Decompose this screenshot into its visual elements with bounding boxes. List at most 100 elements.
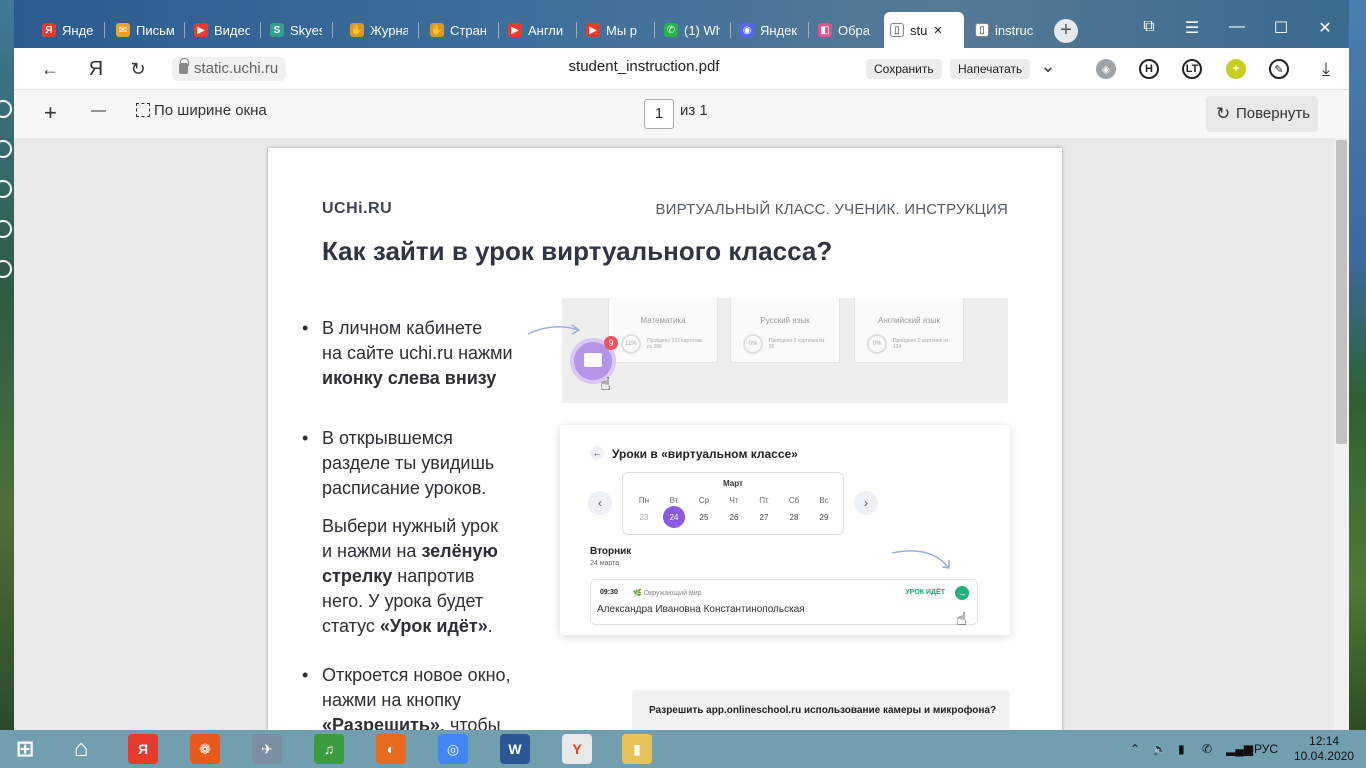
tab-label: Стран bbox=[450, 22, 487, 38]
bullet-1-line: на сайте uchi.ru нажми bbox=[322, 343, 513, 363]
subject-card: Русский язык 0% Пройдено 0 карточек из 9… bbox=[730, 298, 840, 363]
card-progress: 0% bbox=[743, 334, 763, 354]
tab-11[interactable]: ▯ stu ✕ bbox=[884, 12, 964, 48]
desktop-icon[interactable] bbox=[0, 100, 12, 118]
scrollbar[interactable] bbox=[1334, 138, 1349, 730]
desktop-icon[interactable] bbox=[0, 140, 12, 158]
taskbar-app-icon[interactable]: ▮ bbox=[622, 734, 652, 764]
address-bar-row: ← Я ↻ static.uchi.ru student_instruction… bbox=[14, 48, 1349, 90]
taskbar-app-icon[interactable]: ⌂ bbox=[66, 734, 96, 764]
tab-separator bbox=[104, 22, 105, 38]
card-stat: Пройдено 0 карточек из 95 bbox=[769, 338, 825, 350]
desktop-icon[interactable] bbox=[0, 220, 12, 238]
taskbar-app-icon[interactable]: W bbox=[500, 734, 530, 764]
tab-favicon-icon: Я bbox=[42, 23, 56, 37]
language-indicator[interactable]: РУС bbox=[1254, 742, 1278, 756]
wifi-icon[interactable]: ▂▄▆ bbox=[1226, 742, 1253, 756]
tab-0[interactable]: Я Яндекс bbox=[36, 14, 100, 46]
doc-heading: Как зайти в урок виртуального класса? bbox=[322, 236, 833, 266]
tab-separator bbox=[184, 22, 185, 38]
bullet-2-line: расписание уроков. bbox=[322, 478, 487, 498]
desktop-icon[interactable] bbox=[0, 260, 12, 278]
tab-9[interactable]: ◉ Яндек bbox=[734, 14, 804, 46]
minimize-button[interactable]: — bbox=[1222, 18, 1252, 36]
tab-separator bbox=[418, 22, 419, 38]
taskbar-app-icon[interactable]: ◎ bbox=[438, 734, 468, 764]
close-button[interactable]: ✕ bbox=[1310, 18, 1340, 38]
menu-icon[interactable]: ☰ bbox=[1177, 18, 1207, 38]
calendar-weekday: Сб bbox=[788, 496, 800, 505]
yandex-home-button[interactable]: Я bbox=[84, 57, 108, 81]
card-progress: 0% bbox=[867, 334, 887, 354]
hand-cursor-icon: ☝ bbox=[956, 609, 967, 629]
paragraph-text: напротив bbox=[392, 566, 475, 586]
scrollbar-thumb[interactable] bbox=[1336, 140, 1347, 444]
pdf-viewer[interactable]: UCHi.RU ВИРТУАЛЬНЫЙ КЛАСС. УЧЕНИК. ИНСТР… bbox=[14, 138, 1334, 730]
card-title: Русский язык bbox=[760, 316, 810, 325]
calendar-date: 25 bbox=[699, 513, 709, 522]
taskbar-app-icon[interactable]: ◐ bbox=[376, 734, 406, 764]
extension-icon[interactable]: + bbox=[1226, 59, 1246, 79]
battery-icon[interactable]: ▮ bbox=[1178, 742, 1185, 756]
taskbar-app-icon[interactable]: Y bbox=[562, 734, 592, 764]
extension-icon[interactable]: LT bbox=[1182, 59, 1202, 79]
taskbar-app-icon[interactable]: ❁ bbox=[190, 734, 220, 764]
fit-width-button[interactable]: По ширине окна bbox=[136, 102, 267, 119]
tab-favicon-icon: ◧ bbox=[818, 23, 832, 37]
zoom-in-button[interactable]: + bbox=[44, 100, 57, 126]
taskbar-app-icon[interactable]: ⊞ bbox=[10, 734, 40, 764]
taskbar-app-icon[interactable]: ✈ bbox=[252, 734, 282, 764]
calendar-date: 23 bbox=[639, 513, 649, 522]
desktop-icon[interactable] bbox=[0, 180, 12, 198]
rotate-icon: ↻ bbox=[1216, 104, 1231, 123]
url-text: static.uchi.ru bbox=[194, 60, 279, 77]
maximize-button[interactable]: ☐ bbox=[1266, 18, 1296, 38]
zoom-out-button[interactable]: — bbox=[91, 102, 106, 119]
tab-favicon-icon: ▶ bbox=[508, 23, 522, 37]
subject-card: Английский язык 0% Пройдено 0 карточек и… bbox=[854, 298, 964, 363]
bullet-3-line: Откроется новое окно, bbox=[322, 665, 511, 685]
tab-8[interactable]: ✆ (1) Wh bbox=[658, 14, 726, 46]
tabs-manager-icon[interactable]: ⧉ bbox=[1134, 18, 1164, 36]
rotate-button[interactable]: ↻ Повернуть bbox=[1206, 96, 1318, 132]
tab-3[interactable]: S Skyes bbox=[264, 14, 328, 46]
illustration-permission: Разрешить app.onlineschool.ru использова… bbox=[632, 690, 1010, 730]
tab-2[interactable]: ▶ Видео bbox=[188, 14, 256, 46]
tab-5[interactable]: ✋ Стран bbox=[424, 14, 494, 46]
back-button[interactable]: ← bbox=[38, 57, 62, 81]
print-button[interactable]: Напечатать bbox=[950, 59, 1031, 79]
clock[interactable]: 12:14 10.04.2020 bbox=[1294, 734, 1354, 764]
reload-button[interactable]: ↻ bbox=[126, 57, 150, 81]
extension-icon[interactable]: ✎ bbox=[1269, 59, 1289, 79]
browser-window: Я Яндекс ✉ Письма ▶ Видео S Skyes ✋ Журнал ✋ Стран ▶… bbox=[14, 0, 1349, 730]
url-field[interactable]: static.uchi.ru bbox=[172, 57, 287, 81]
tab-6[interactable]: ▶ Англи bbox=[502, 14, 572, 46]
taskbar-app-icon[interactable]: ♫ bbox=[314, 734, 344, 764]
lesson-status: УРОК ИДЁТ bbox=[905, 589, 945, 596]
extension-icon[interactable]: ◈ bbox=[1096, 59, 1116, 79]
close-tab-icon[interactable]: ✕ bbox=[933, 24, 942, 37]
uchi-logo: UCHi.RU bbox=[322, 200, 393, 217]
tab-7[interactable]: ▶ Мы р bbox=[580, 14, 650, 46]
tab-1[interactable]: ✉ Письма bbox=[110, 14, 180, 46]
calendar-weekday: Вт bbox=[669, 496, 679, 505]
tab-10[interactable]: ◧ Обра bbox=[812, 14, 876, 46]
extension-icon[interactable]: H bbox=[1139, 59, 1159, 79]
date-label: 24 марта bbox=[590, 560, 620, 567]
tab-12[interactable]: ▯ instruc bbox=[969, 14, 1045, 46]
taskbar-app-icon[interactable]: Я bbox=[128, 734, 158, 764]
fit-width-icon bbox=[136, 103, 150, 117]
network-icon[interactable]: ✆ bbox=[1202, 742, 1212, 756]
new-tab-button[interactable]: + bbox=[1054, 19, 1078, 43]
page-number-input[interactable]: 1 bbox=[644, 99, 674, 129]
save-button[interactable]: Сохранить bbox=[866, 59, 942, 79]
tray-up-icon[interactable]: ⌃ bbox=[1130, 742, 1140, 756]
paragraph-bold: зелёную bbox=[421, 541, 498, 561]
bullet-1-bold: иконку слева внизу bbox=[322, 368, 497, 388]
volume-icon[interactable]: 🔈 bbox=[1152, 742, 1167, 756]
tab-4[interactable]: ✋ Журнал bbox=[344, 14, 414, 46]
download-icon[interactable]: ⤓ bbox=[1314, 57, 1338, 81]
chevron-down-icon[interactable]: ⌄ bbox=[1036, 54, 1060, 78]
paragraph-bold: стрелку bbox=[322, 566, 393, 586]
tab-label: Журнал bbox=[370, 22, 408, 38]
